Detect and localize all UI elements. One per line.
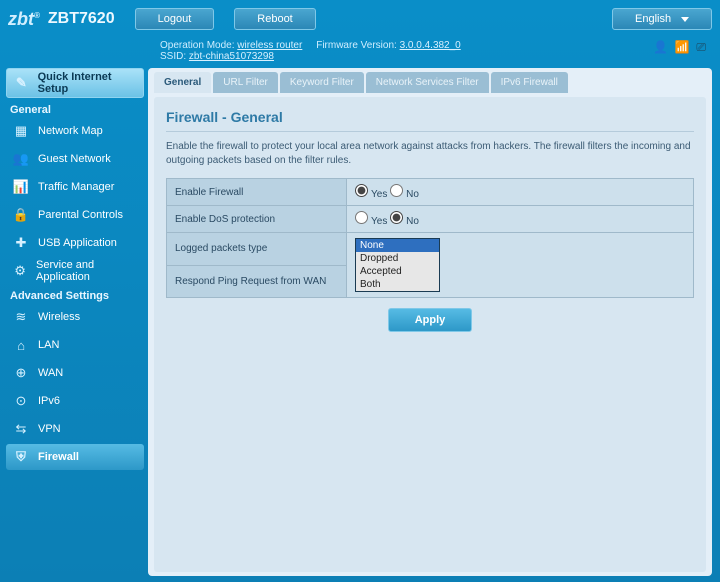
panel: Firewall - General Enable the firewall t… [154,97,706,572]
wifi-icon[interactable]: 📶 [675,40,690,54]
row-label-ping-wan: Respond Ping Request from WAN [167,265,347,298]
select-option-accepted[interactable]: Accepted [356,265,439,278]
sidebar-item-lan[interactable]: ⌂ LAN [6,332,144,358]
opmode-label: Operation Mode: [160,40,235,51]
settings-table: Enable Firewall Yes No Enable DoS protec… [166,178,694,298]
wand-icon: ✎ [13,74,30,92]
chevron-down-icon [681,17,689,22]
sidebar-item-vpn[interactable]: ⇆ VPN [6,416,144,442]
brand-logo: zbt® [8,9,40,30]
tab-network-services-filter[interactable]: Network Services Filter [366,72,489,93]
sidebar-item-ipv6[interactable]: ⊙ IPv6 [6,388,144,414]
sidebar: ✎ Quick Internet Setup General ▦ Network … [0,68,148,582]
ipv6-icon: ⊙ [12,392,30,410]
language-dropdown[interactable]: English [612,8,712,30]
row-label-enable-firewall: Enable Firewall [167,179,347,206]
logged-packets-select[interactable]: NoneDroppedAcceptedBoth [355,238,440,292]
content-area: GeneralURL FilterKeyword FilterNetwork S… [148,68,712,576]
sidebar-item-firewall[interactable]: ⛨ Firewall [6,444,144,470]
network-map-icon: ▦ [12,122,30,140]
tab-keyword-filter[interactable]: Keyword Filter [280,72,364,93]
sidebar-category-advanced: Advanced Settings [10,290,144,302]
enable-firewall-no[interactable]: No [390,189,419,200]
guest-network-icon: 👥 [12,150,30,168]
language-label: English [635,9,671,29]
parental-icon: 🔒 [12,206,30,224]
fw-label: Firmware Version: [316,40,397,51]
page-title: Firewall - General [166,109,694,125]
select-option-none[interactable]: None [356,239,439,252]
sidebar-item-label: Quick Internet Setup [38,71,137,95]
sidebar-item-label: Service and Application [36,259,138,283]
lan-icon: ⌂ [12,336,30,354]
ssid-label: SSID: [160,51,186,62]
sidebar-category-general: General [10,104,144,116]
tab-bar: GeneralURL FilterKeyword FilterNetwork S… [154,72,706,93]
sidebar-item-label: Parental Controls [38,209,123,221]
quick-internet-setup[interactable]: ✎ Quick Internet Setup [6,68,144,98]
wireless-icon: ≋ [12,308,30,326]
sidebar-item-label: Traffic Manager [38,181,114,193]
tab-ipv6-firewall[interactable]: IPv6 Firewall [491,72,568,93]
sidebar-item-label: Guest Network [38,153,111,165]
page-description: Enable the firewall to protect your loca… [166,131,694,168]
enable-dos-no[interactable]: No [390,216,419,227]
select-option-both[interactable]: Both [356,278,439,291]
tab-url-filter[interactable]: URL Filter [213,72,278,93]
sidebar-item-label: Network Map [38,125,103,137]
firewall-icon: ⛨ [12,448,30,466]
sidebar-item-wireless[interactable]: ≋ Wireless [6,304,144,330]
sidebar-item-label: LAN [38,339,59,351]
apply-button[interactable]: Apply [388,308,473,332]
select-option-dropped[interactable]: Dropped [356,252,439,265]
device-icons: 👤 📶 ⎚ [653,40,706,55]
sidebar-item-label: Wireless [38,311,80,323]
tab-general[interactable]: General [154,72,211,93]
sidebar-item-label: WAN [38,367,63,379]
traffic-icon: 📊 [12,178,30,196]
vpn-icon: ⇆ [12,420,30,438]
logout-button[interactable]: Logout [135,8,215,30]
fw-value[interactable]: 3.0.0.4.382_0 [400,40,461,51]
sidebar-item-wan[interactable]: ⊕ WAN [6,360,144,386]
service-icon: ⚙ [12,262,28,280]
enable-dos-yes[interactable]: Yes [355,216,387,227]
sidebar-item-label: USB Application [38,237,117,249]
sidebar-item-parental-controls[interactable]: 🔒 Parental Controls [6,202,144,228]
usb-status-icon[interactable]: ⎚ [696,40,706,54]
sidebar-item-network-map[interactable]: ▦ Network Map [6,118,144,144]
sidebar-item-usb-application[interactable]: ✚ USB Application [6,230,144,256]
sidebar-item-guest-network[interactable]: 👥 Guest Network [6,146,144,172]
sidebar-item-label: VPN [38,423,61,435]
row-label-enable-dos: Enable DoS protection [167,206,347,233]
opmode-value[interactable]: wireless router [237,40,302,51]
ssid-value[interactable]: zbt-china51073298 [189,51,274,62]
sidebar-item-label: Firewall [38,451,79,463]
enable-firewall-yes[interactable]: Yes [355,189,387,200]
reboot-button[interactable]: Reboot [234,8,315,30]
sidebar-item-service-and-application[interactable]: ⚙ Service and Application [6,258,144,284]
row-label-logged-packets: Logged packets type [167,233,347,266]
client-icon[interactable]: 👤 [653,40,668,54]
model-name: ZBT7620 [48,10,115,28]
wan-icon: ⊕ [12,364,30,382]
sidebar-item-label: IPv6 [38,395,60,407]
usb-icon: ✚ [12,234,30,252]
sidebar-item-traffic-manager[interactable]: 📊 Traffic Manager [6,174,144,200]
